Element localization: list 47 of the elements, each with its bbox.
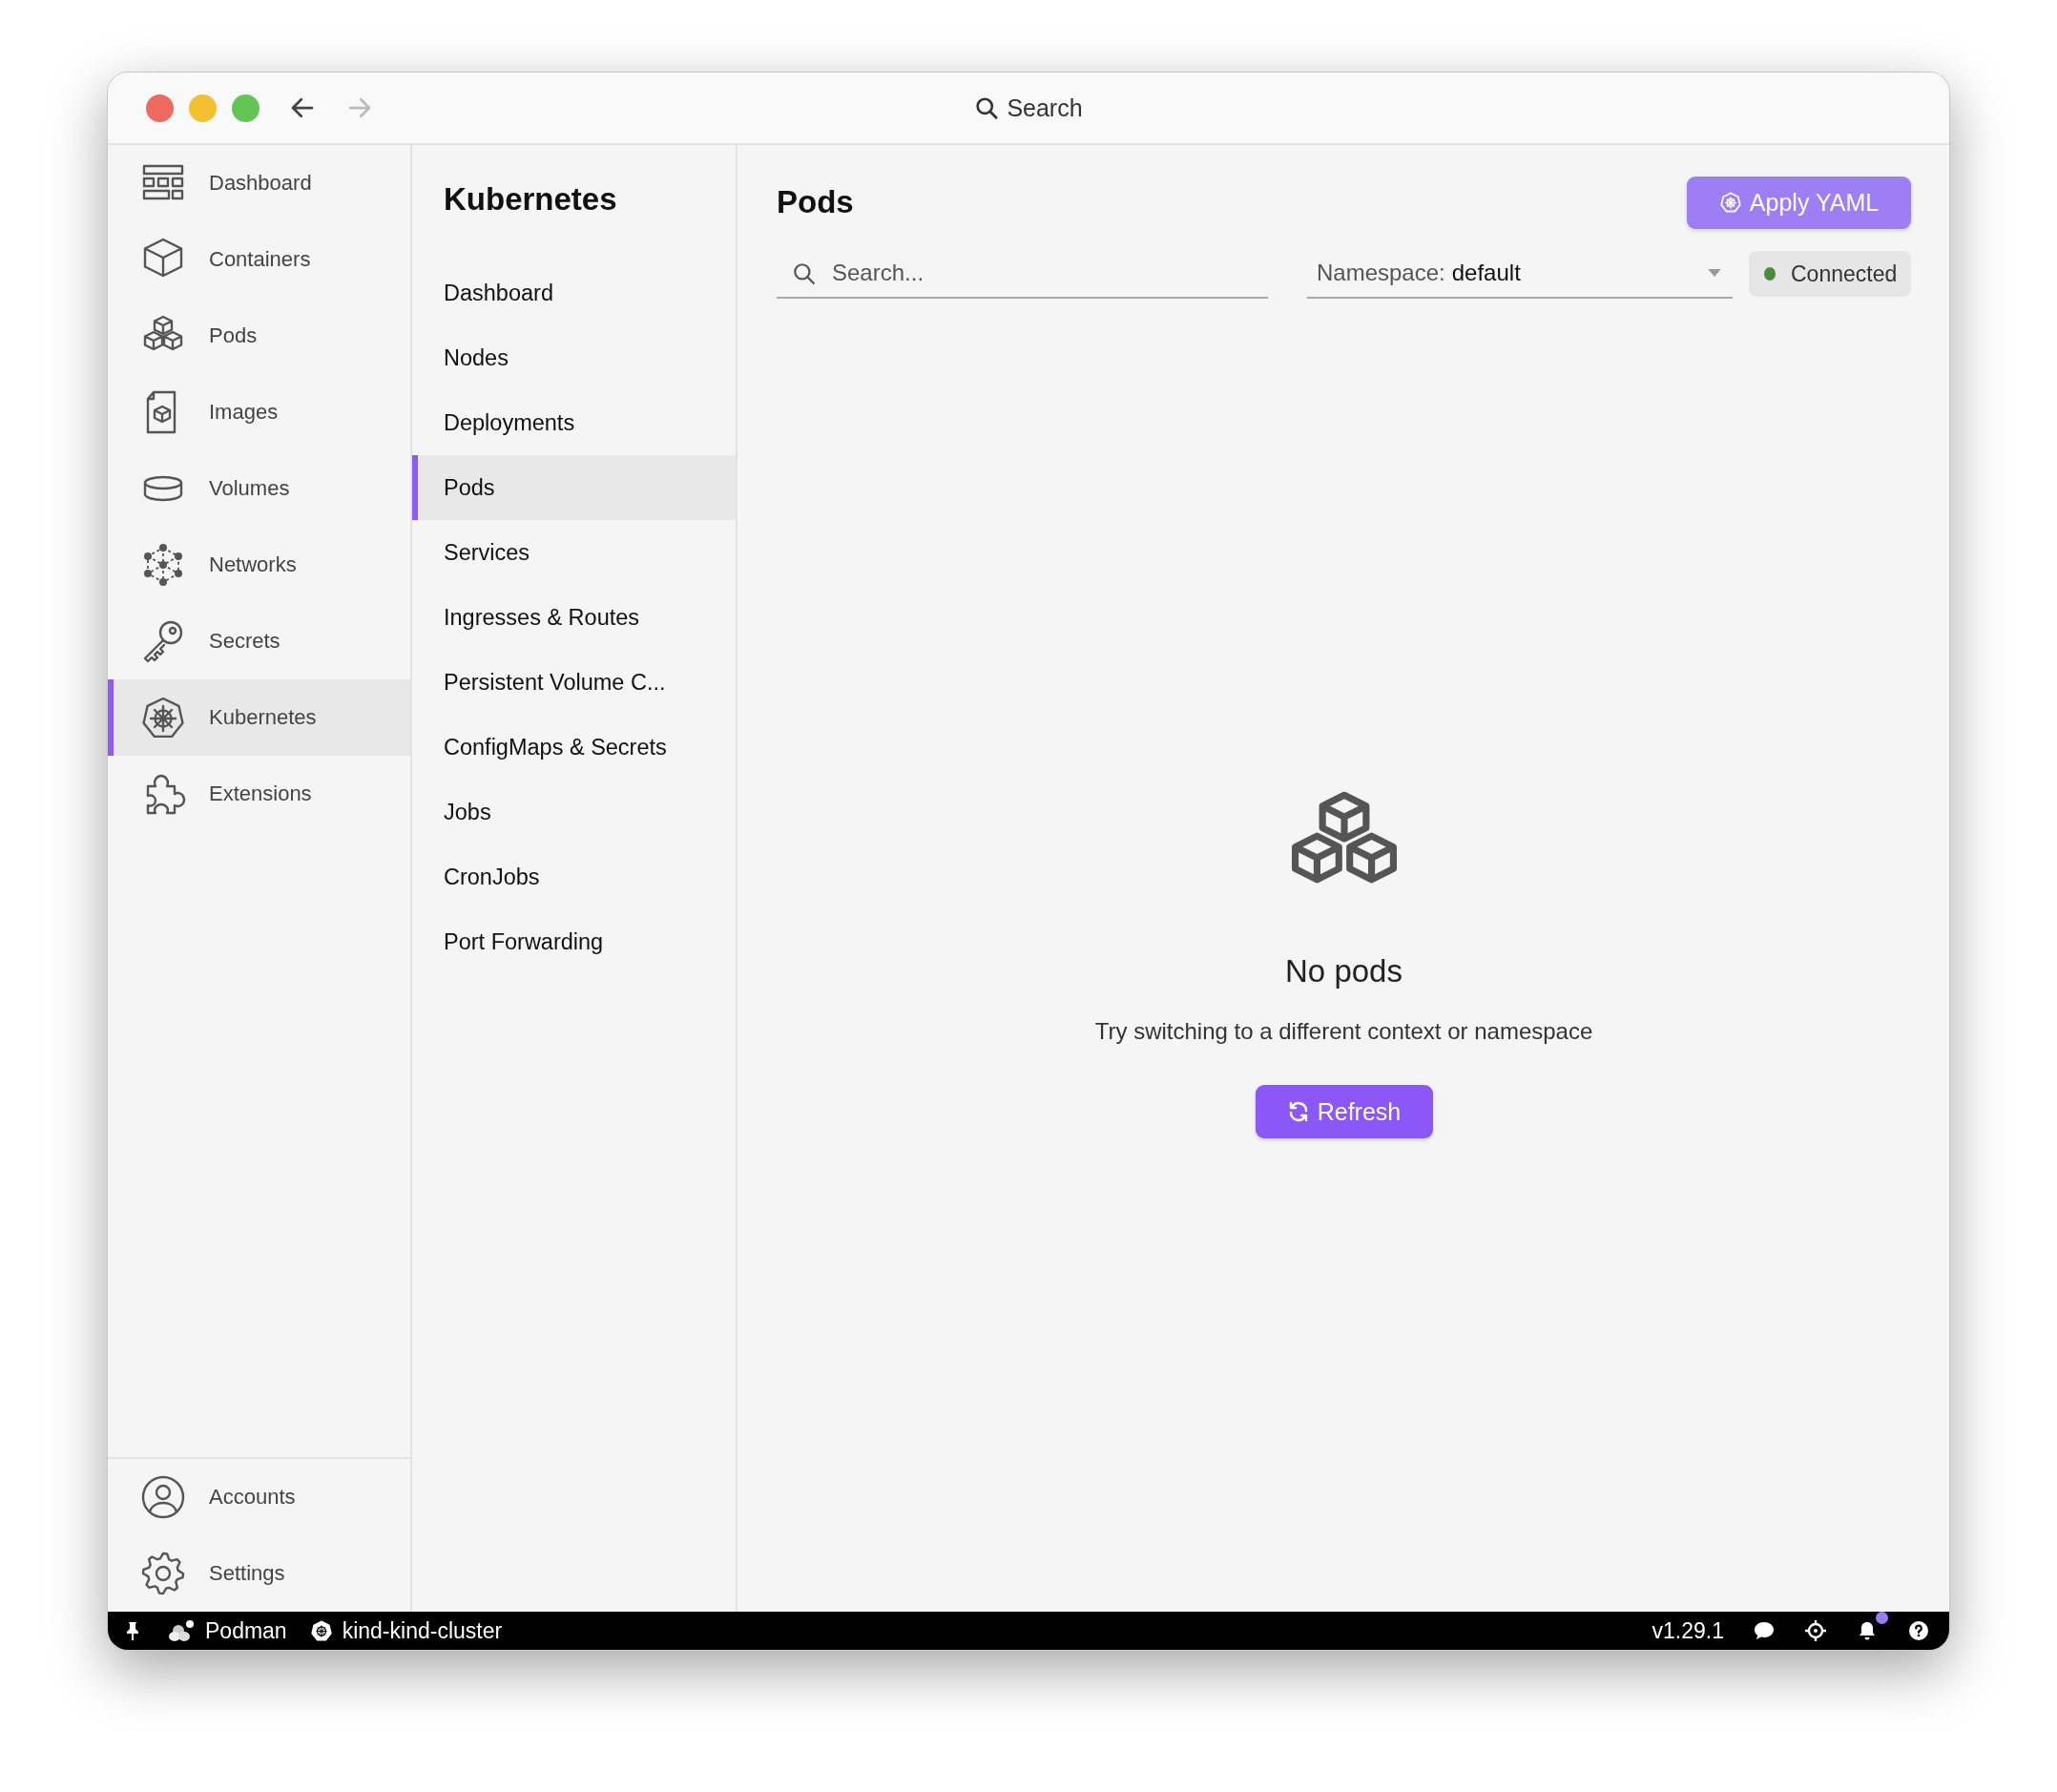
sidebar-item[interactable]: Containers — [108, 221, 410, 298]
chat-bubble-icon[interactable] — [1753, 1619, 1776, 1642]
sidebar-item[interactable]: Kubernetes — [108, 679, 410, 756]
sidebar-item[interactable]: Settings — [108, 1535, 410, 1612]
refresh-button[interactable]: Refresh — [1255, 1085, 1433, 1138]
menu-item[interactable]: Pods — [412, 455, 736, 520]
engine-status[interactable]: Podman — [167, 1617, 287, 1644]
version-label: v1.29.1 — [1652, 1617, 1724, 1644]
help-icon[interactable] — [1907, 1619, 1930, 1642]
sidebar-item[interactable]: Accounts — [108, 1459, 410, 1535]
panel-title: Kubernetes — [443, 180, 618, 219]
menu-item[interactable]: CronJobs — [412, 844, 736, 909]
person-circle-icon — [140, 1474, 186, 1520]
menu-item[interactable]: Services — [412, 520, 736, 585]
sidebar-item[interactable]: Networks — [108, 527, 410, 603]
helm-wheel-icon — [140, 695, 186, 740]
sidebar-item[interactable]: Volumes — [108, 450, 410, 527]
menu-item[interactable]: ConfigMaps & Secrets — [412, 715, 736, 780]
empty-state-title: No pods — [1285, 953, 1402, 990]
menu-item[interactable]: Persistent Volume C... — [412, 650, 736, 715]
connection-status: Connected — [1749, 251, 1911, 297]
caret-icon — [1708, 268, 1721, 278]
page-title: Pods — [777, 184, 854, 220]
search-field[interactable]: Search... — [777, 249, 1268, 299]
settings-icon — [140, 1551, 186, 1596]
menu-item[interactable]: Jobs — [412, 780, 736, 844]
seals-icon — [167, 1619, 196, 1642]
close-window-button[interactable] — [146, 94, 174, 122]
crosshair-icon[interactable] — [1804, 1619, 1827, 1642]
helm-wheel-icon — [1718, 191, 1742, 214]
menu-item[interactable]: Deployments — [412, 390, 736, 455]
sidebar-item[interactable]: Extensions — [108, 756, 410, 832]
sidebar-item[interactable]: Images — [108, 374, 410, 450]
menu-item[interactable]: Port Forwarding — [412, 909, 736, 974]
context-status[interactable]: kind-kind-cluster — [309, 1617, 503, 1644]
menu-item[interactable]: Nodes — [412, 325, 736, 390]
sidebar-item[interactable]: Dashboard — [108, 145, 410, 221]
search-icon — [792, 261, 817, 286]
global-search-button[interactable]: Search — [974, 94, 1083, 122]
empty-state-message: Try switching to a different context or namespace — [1094, 1018, 1593, 1045]
menu-item[interactable]: Dashboard — [412, 260, 736, 325]
sidebar-item[interactable]: Pods — [108, 298, 410, 374]
sidebar-item[interactable]: Secrets — [108, 603, 410, 679]
helm-wheel-icon — [309, 1619, 333, 1642]
namespace-dropdown[interactable]: Namespace: default — [1307, 249, 1733, 299]
menu-item[interactable]: Ingresses & Routes — [412, 585, 736, 650]
search-icon — [974, 95, 1000, 120]
